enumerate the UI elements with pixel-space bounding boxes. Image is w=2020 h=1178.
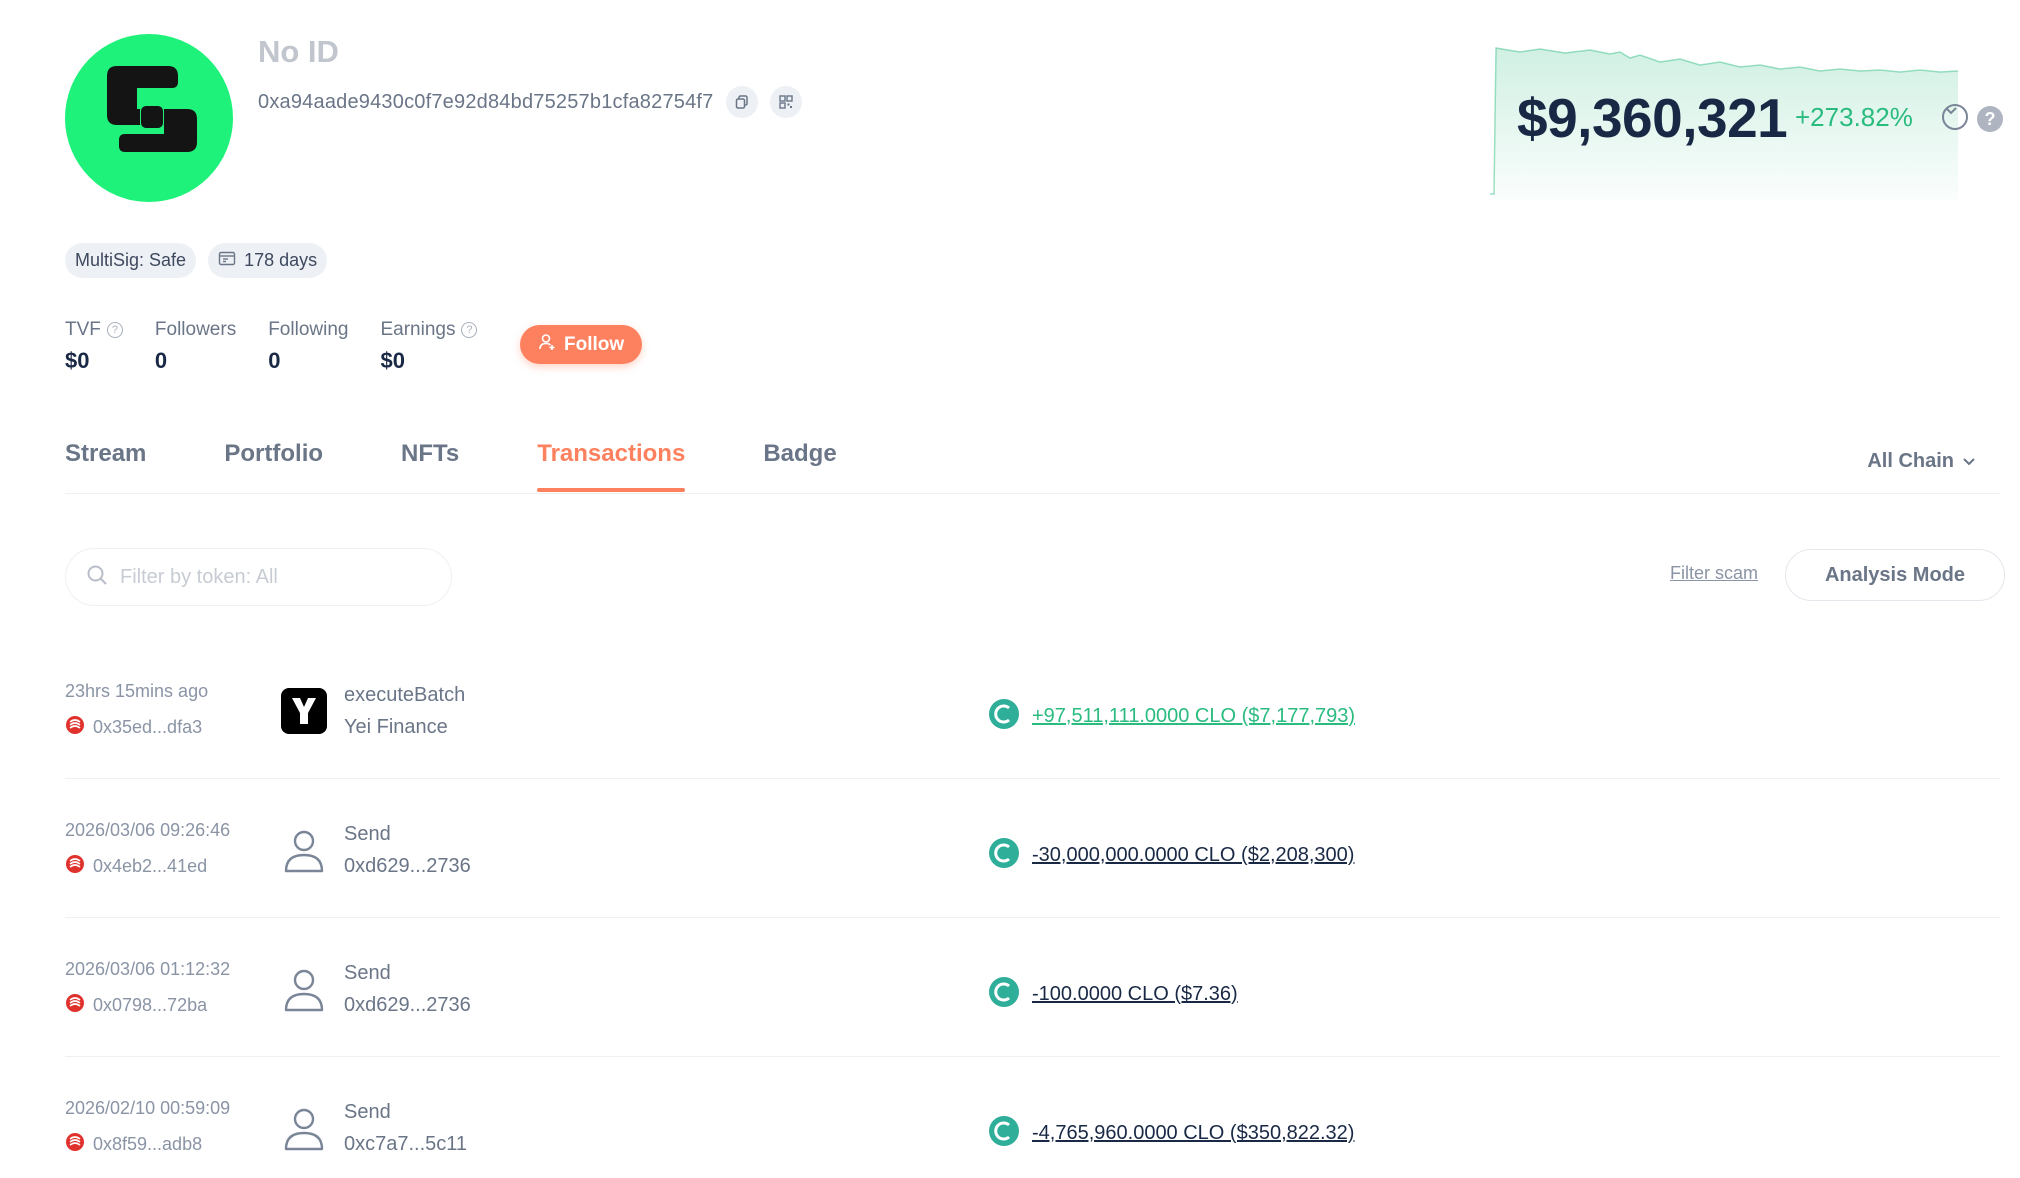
tx-target[interactable]: Yei Finance [344, 716, 448, 739]
tx-hash[interactable]: 0x8f59...adb8 [65, 1132, 202, 1157]
stat-tvf: TVF? $0 [65, 318, 123, 374]
user-icon [281, 1105, 327, 1151]
help-icon[interactable]: ? [461, 322, 478, 338]
tx-token-change[interactable]: -30,000,000.0000 CLO ($2,208,300) [988, 837, 1354, 874]
multisig-tag: MultiSig: Safe [65, 243, 197, 278]
clo-token-icon [988, 976, 1020, 1013]
chevron-down-icon [1962, 450, 1976, 473]
address-row: 0xa94aade9430c0f7e92d84bd75257b1cfa82754… [258, 86, 802, 118]
tx-hash[interactable]: 0x4eb2...41ed [65, 854, 207, 879]
wallet-address: 0xa94aade9430c0f7e92d84bd75257b1cfa82754… [258, 90, 714, 113]
tx-amount: +97,511,111.0000 CLO ($7,177,793) [1032, 705, 1356, 727]
tx-method: Send [344, 962, 391, 984]
tab-transactions[interactable]: Transactions [537, 440, 686, 492]
chain-icon [65, 854, 85, 879]
tx-method: Send [344, 1101, 391, 1123]
tx-token-change[interactable]: -4,765,960.0000 CLO ($350,822.32) [988, 1115, 1354, 1152]
chain-icon [65, 715, 85, 740]
user-plus-icon [538, 333, 556, 357]
tx-method: Send [344, 823, 391, 845]
table-row[interactable]: 2026/02/10 00:59:09 0x8f59...adb8 Send 0… [65, 1057, 2000, 1178]
tx-hash[interactable]: 0x0798...72ba [65, 993, 207, 1018]
tx-amount: -100.0000 CLO ($7.36) [1032, 983, 1238, 1005]
token-filter-search[interactable] [65, 548, 452, 606]
tab-badge[interactable]: Badge [763, 440, 836, 492]
help-icon[interactable]: ? [106, 322, 123, 338]
user-icon [281, 966, 327, 1012]
profile-stats: TVF? $0 Followers 0 Following 0 Earnings… [65, 318, 478, 374]
tx-target[interactable]: 0xd629...2736 [344, 994, 471, 1017]
tx-amount: -4,765,960.0000 CLO ($350,822.32) [1032, 1122, 1355, 1144]
calendar-icon [218, 250, 236, 271]
tab-stream[interactable]: Stream [65, 440, 146, 492]
token-filter-input[interactable] [120, 565, 420, 589]
table-row[interactable]: 2026/03/06 09:26:46 0x4eb2...41ed Send 0… [65, 779, 2000, 918]
profile-tags: MultiSig: Safe 178 days [65, 243, 328, 278]
chain-icon [65, 1132, 85, 1157]
copy-icon[interactable] [725, 86, 758, 118]
filter-scam-link[interactable]: Filter scam [1670, 563, 1758, 584]
tabs-divider [65, 493, 2000, 494]
transaction-list: 23hrs 15mins ago 0x35ed...dfa3 executeBa… [65, 640, 2000, 1178]
avatar-logo-icon [107, 66, 197, 152]
profile-tabs: Stream Portfolio NFTs Transactions Badge [65, 440, 837, 492]
net-worth-card: $9,360,321 +273.82% [1480, 40, 1968, 200]
yei-finance-icon [281, 688, 327, 734]
help-icon[interactable]: ? [1977, 106, 2003, 132]
tx-amount: -30,000,000.0000 CLO ($2,208,300) [1032, 844, 1355, 866]
chain-select[interactable]: All Chain [1867, 450, 1976, 473]
net-worth-change: +273.82% [1795, 102, 1913, 132]
chain-icon [65, 993, 85, 1018]
age-tag: 178 days [208, 243, 328, 278]
table-row[interactable]: 2026/03/06 01:12:32 0x0798...72ba Send 0… [65, 918, 2000, 1057]
chevron-down-icon[interactable] [1942, 104, 1968, 130]
profile-name: No ID [258, 34, 339, 69]
stat-earnings: Earnings? $0 [380, 318, 478, 374]
net-worth-value: $9,360,321 [1517, 87, 1788, 149]
tx-target[interactable]: 0xc7a7...5c11 [344, 1133, 467, 1156]
tx-hash[interactable]: 0x35ed...dfa3 [65, 715, 202, 740]
tab-portfolio[interactable]: Portfolio [224, 440, 323, 492]
qr-code-icon[interactable] [769, 86, 802, 118]
tx-target[interactable]: 0xd629...2736 [344, 855, 471, 878]
follow-button[interactable]: Follow [520, 325, 643, 364]
tx-time: 2026/03/06 09:26:46 [65, 820, 231, 840]
search-icon [86, 564, 108, 591]
profile-avatar [65, 34, 233, 202]
clo-token-icon [988, 837, 1020, 874]
analysis-mode-button[interactable]: Analysis Mode [1785, 549, 2005, 601]
tx-method: executeBatch [344, 684, 466, 706]
clo-token-icon [988, 698, 1020, 735]
clo-token-icon [988, 1115, 1020, 1152]
tx-token-change[interactable]: -100.0000 CLO ($7.36) [988, 976, 1238, 1013]
tx-time: 2026/02/10 00:59:09 [65, 1098, 231, 1118]
tx-time: 23hrs 15mins ago [65, 681, 209, 701]
stat-followers[interactable]: Followers 0 [155, 318, 236, 374]
tx-token-change[interactable]: +97,511,111.0000 CLO ($7,177,793) [988, 698, 1355, 735]
tx-time: 2026/03/06 01:12:32 [65, 959, 231, 979]
stat-following[interactable]: Following 0 [268, 318, 348, 374]
tab-nfts[interactable]: NFTs [401, 440, 459, 492]
table-row[interactable]: 23hrs 15mins ago 0x35ed...dfa3 executeBa… [65, 640, 2000, 779]
user-icon [281, 827, 327, 873]
